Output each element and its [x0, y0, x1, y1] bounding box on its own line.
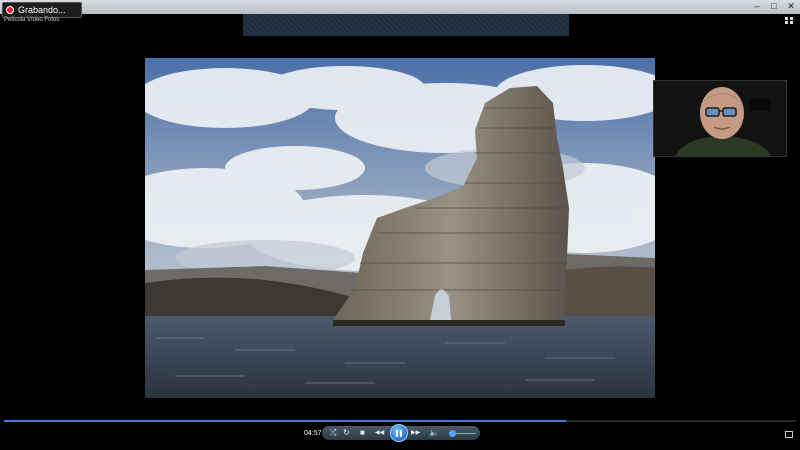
seek-bar-fill: [4, 420, 567, 422]
elapsed-time: 04:57: [304, 430, 322, 437]
recording-indicator[interactable]: Grabando...: [2, 2, 82, 18]
player-controls: 04:57 ⤮ ↻ ■ ◀◀ ▶▶ 🔈: [0, 424, 800, 444]
shuffle-icon[interactable]: ⤮: [330, 428, 336, 438]
window-title: Película Vídeo Fotos: [4, 17, 60, 23]
volume-slider[interactable]: [452, 433, 476, 434]
recording-label: Grabando...: [18, 5, 66, 15]
slideshow-photo: [145, 58, 655, 398]
stop-icon[interactable]: ■: [360, 428, 365, 438]
repeat-icon[interactable]: ↻: [343, 428, 350, 438]
switch-view-icon[interactable]: [785, 431, 793, 438]
window-titlebar: [0, 0, 800, 14]
pause-icon: [396, 429, 402, 437]
seek-bar[interactable]: [4, 420, 796, 422]
record-icon: [6, 6, 14, 14]
pause-button[interactable]: [390, 424, 408, 442]
volume-icon[interactable]: 🔈: [429, 428, 439, 438]
minimize-button[interactable]: –: [752, 1, 762, 12]
top-overlay-panel: [243, 14, 569, 36]
close-button[interactable]: ✕: [786, 1, 796, 12]
window-controls: – □ ✕: [752, 1, 796, 12]
previous-icon[interactable]: ◀◀: [375, 428, 384, 438]
webcam-preview[interactable]: [653, 80, 787, 157]
maximize-button[interactable]: □: [769, 1, 779, 12]
volume-slider-handle[interactable]: [448, 430, 456, 437]
fullscreen-icon[interactable]: [785, 17, 793, 24]
next-icon[interactable]: ▶▶: [411, 428, 420, 438]
